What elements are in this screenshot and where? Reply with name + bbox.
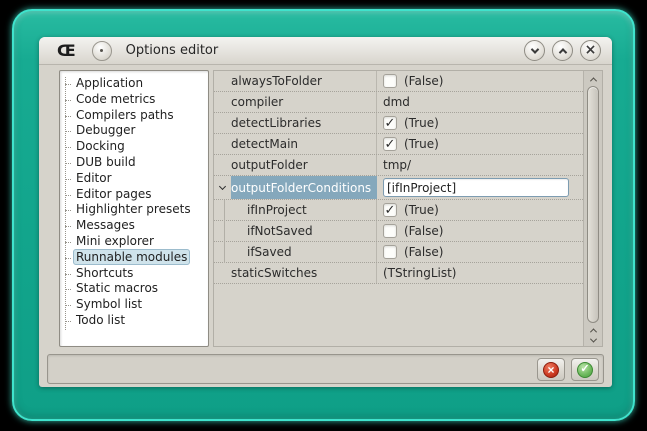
property-row-detectMain[interactable]: detectMain ✓ (True) (214, 134, 583, 155)
sidebar-item-highlighter-presets[interactable]: Highlighter presets (60, 202, 208, 218)
cancel-icon: × (543, 362, 559, 378)
expand-gutter (214, 134, 231, 154)
property-name: staticSwitches (231, 263, 377, 283)
property-value (377, 176, 583, 199)
accept-icon: ✓ (577, 362, 593, 378)
titlebar[interactable]: Œ Options editor × (39, 37, 612, 65)
chevron-down-icon (589, 335, 596, 342)
sidebar-item-mini-explorer[interactable]: Mini explorer (60, 234, 208, 250)
maximize-button[interactable] (552, 40, 573, 61)
value-text: tmp/ (383, 158, 411, 172)
options-editor-window: Œ Options editor × Application Code metr… (39, 37, 612, 387)
value-editor-input[interactable] (383, 178, 569, 197)
sidebar-item-editor[interactable]: Editor (60, 171, 208, 187)
chevron-up-icon (558, 48, 566, 56)
property-row-ifNotSaved[interactable]: ifNotSaved (False) (214, 221, 583, 242)
property-name: ifSaved (231, 242, 377, 262)
sidebar-item-code-metrics[interactable]: Code metrics (60, 92, 208, 108)
sidebar-item-static-macros[interactable]: Static macros (60, 281, 208, 297)
expand-gutter (214, 113, 231, 133)
value-text: dmd (383, 95, 410, 109)
menu-dot-icon (100, 49, 103, 52)
value-text: (False) (404, 245, 444, 259)
checkbox-unchecked-icon[interactable] (383, 224, 397, 238)
sidebar-item-messages[interactable]: Messages (60, 218, 208, 234)
expand-gutter (214, 155, 231, 175)
sidebar-item-dub-build[interactable]: DUB build (60, 155, 208, 171)
sidebar-item-todo-list[interactable]: Todo list (60, 313, 208, 329)
sidebar-item-shortcuts[interactable]: Shortcuts (60, 266, 208, 282)
checkbox-unchecked-icon[interactable] (383, 74, 397, 88)
property-row-alwaysToFolder[interactable]: alwaysToFolder (False) (214, 71, 583, 92)
sidebar-item-docking[interactable]: Docking (60, 139, 208, 155)
sidebar-item-symbol-list[interactable]: Symbol list (60, 297, 208, 313)
value-text: (True) (404, 116, 439, 130)
property-name: ifNotSaved (231, 221, 377, 241)
description-panel: × ✓ (47, 354, 604, 384)
cancel-button[interactable]: × (537, 358, 565, 381)
property-value: (False) (377, 221, 583, 241)
property-name: detectLibraries (231, 113, 377, 133)
sidebar-item-compilers-paths[interactable]: Compilers paths (60, 108, 208, 124)
scroll-down-button[interactable] (584, 334, 602, 346)
chevron-up-icon (589, 77, 596, 84)
accept-button[interactable]: ✓ (571, 358, 599, 381)
property-row-outputFolderConditions[interactable]: outputFolderConditions (214, 176, 583, 200)
expand-gutter (214, 263, 231, 283)
expand-gutter (214, 71, 231, 91)
property-value: (False) (377, 242, 583, 262)
property-value: ✓ (True) (377, 113, 583, 133)
property-row-staticSwitches[interactable]: staticSwitches (TStringList) (214, 263, 583, 284)
property-name: compiler (231, 92, 377, 112)
property-value: (False) (377, 71, 583, 91)
close-icon: × (585, 43, 597, 57)
property-value: (TStringList) (377, 263, 583, 283)
property-row-compiler[interactable]: compiler dmd (214, 92, 583, 113)
property-value: ✓ (True) (377, 134, 583, 154)
property-name: outputFolderConditions (231, 176, 377, 199)
collapse-chevron-icon (219, 183, 226, 190)
checkbox-unchecked-icon[interactable] (383, 245, 397, 259)
property-name: ifInProject (231, 200, 377, 220)
category-list[interactable]: Application Code metrics Compilers paths… (59, 70, 209, 347)
checkbox-checked-icon[interactable]: ✓ (383, 203, 397, 217)
value-text: (True) (404, 203, 439, 217)
property-row-ifSaved[interactable]: ifSaved (False) (214, 242, 583, 263)
scrollbar-thumb[interactable] (587, 86, 599, 323)
window-title: Options editor (126, 43, 219, 58)
checkbox-checked-icon[interactable]: ✓ (383, 116, 397, 130)
sidebar-item-runnable-modules[interactable]: Runnable modules (60, 250, 208, 266)
property-value: ✓ (True) (377, 200, 583, 220)
property-value: tmp/ (377, 155, 583, 175)
vertical-scrollbar[interactable] (583, 71, 602, 346)
property-name: outputFolder (231, 155, 377, 175)
property-row-ifInProject[interactable]: ifInProject ✓ (True) (214, 200, 583, 221)
property-row-outputFolder[interactable]: outputFolder tmp/ (214, 155, 583, 176)
app-icon: Œ (57, 43, 76, 59)
expand-gutter (214, 92, 231, 112)
expand-gutter (214, 221, 231, 241)
expand-gutter (214, 200, 231, 220)
window-frame: Œ Options editor × Application Code metr… (12, 9, 635, 421)
property-value: dmd (377, 92, 583, 112)
property-row-detectLibraries[interactable]: detectLibraries ✓ (True) (214, 113, 583, 134)
property-name: alwaysToFolder (231, 71, 377, 91)
scroll-up-button[interactable] (584, 73, 602, 85)
minimize-button[interactable] (524, 40, 545, 61)
value-text: (False) (404, 224, 444, 238)
sidebar-item-application[interactable]: Application (60, 76, 208, 92)
property-grid: alwaysToFolder (False) compiler dmd det (213, 70, 603, 347)
window-menu-button[interactable] (92, 41, 112, 61)
property-name: detectMain (231, 134, 377, 154)
checkbox-checked-icon[interactable]: ✓ (383, 137, 397, 151)
value-text: (True) (404, 137, 439, 151)
expand-gutter (214, 242, 231, 262)
value-text: (TStringList) (383, 266, 456, 280)
expand-gutter[interactable] (214, 176, 231, 199)
value-text: (False) (404, 74, 444, 88)
sidebar-item-editor-pages[interactable]: Editor pages (60, 187, 208, 203)
close-button[interactable]: × (580, 40, 601, 61)
sidebar-item-debugger[interactable]: Debugger (60, 123, 208, 139)
chevron-down-icon (530, 45, 538, 53)
